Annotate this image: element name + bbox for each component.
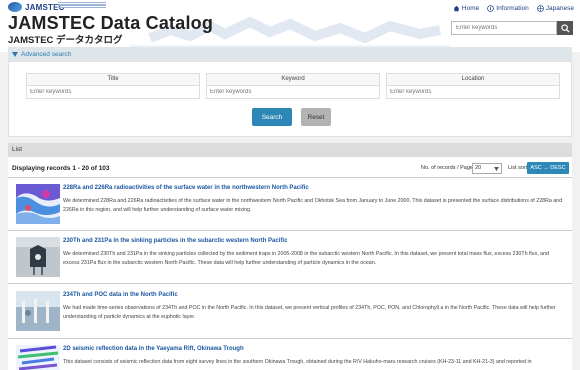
title-field-input[interactable] [26,85,200,99]
per-page-select[interactable]: 20 [472,163,502,174]
advanced-search-toggle[interactable]: Advanced search [8,47,572,61]
divider [8,283,572,284]
divider [8,177,572,178]
keyword-search-button[interactable] [557,21,573,35]
record-description: This dataset consists of seismic reflect… [63,359,532,365]
sort-button[interactable]: ASC → DESC [527,162,569,174]
per-page-label: No. of records / Page: [421,165,475,171]
home-icon [453,5,460,12]
keyword-field-label: Keyword [206,73,380,85]
globe-icon [537,5,544,12]
divider [8,230,572,231]
jamstec-logo[interactable]: JAMSTEC [8,2,65,12]
list-header: List [8,143,572,157]
sort-label: List sort [508,165,528,171]
header: JAMSTEC JAMSTEC Data Catalog JAMSTEC データ… [0,0,580,52]
record-thumbnail[interactable] [16,291,60,331]
location-field-label: Location [386,73,560,85]
reset-button[interactable]: Reset [301,108,331,126]
keyword-search-input[interactable] [451,21,557,35]
record-count: Displaying records 1 - 20 of 103 [12,165,110,172]
title-field-label: Title [26,73,200,85]
search-icon [560,23,570,33]
record-thumbnail[interactable] [16,345,60,370]
record-thumbnail[interactable] [16,184,60,224]
info-icon [487,5,495,12]
advanced-search-panel: Title Keyword Location Search Reset [8,61,572,137]
record-description: We determined 228Ra and 226Ra radioactiv… [63,198,563,213]
top-nav: Home Information Japanese [453,5,574,12]
nav-home[interactable]: Home [453,5,479,12]
record-description: We had made time-series observations of … [63,305,556,320]
logo-tagline-graphic [58,2,106,8]
page-subtitle: JAMSTEC データカタログ [8,35,123,46]
page-title: JAMSTEC Data Catalog [8,13,214,33]
record-title-link[interactable]: 2D seismic reflection data in the Yaeyam… [63,346,244,352]
list-panel: Displaying records 1 - 20 of 103 No. of … [8,157,572,370]
search-button[interactable]: Search [252,108,292,126]
record-title-link[interactable]: 230Th and 231Pa in the sinking particles… [63,238,287,244]
record-title-link[interactable]: 228Ra and 226Ra radioactivities of the s… [63,185,309,191]
nav-japanese[interactable]: Japanese [537,5,574,12]
chevron-down-icon [12,51,18,57]
record-title-link[interactable]: 234Th and POC data in the North Pacific [63,292,178,298]
location-field-input[interactable] [386,85,560,99]
chevron-down-icon [494,167,499,171]
divider [8,338,572,339]
record-description: We determined 230Th and 231Pa in the sin… [63,251,550,266]
record-thumbnail[interactable] [16,237,60,277]
keyword-field-input[interactable] [206,85,380,99]
nav-information[interactable]: Information [487,5,529,12]
jamstec-logo-icon [8,2,22,12]
